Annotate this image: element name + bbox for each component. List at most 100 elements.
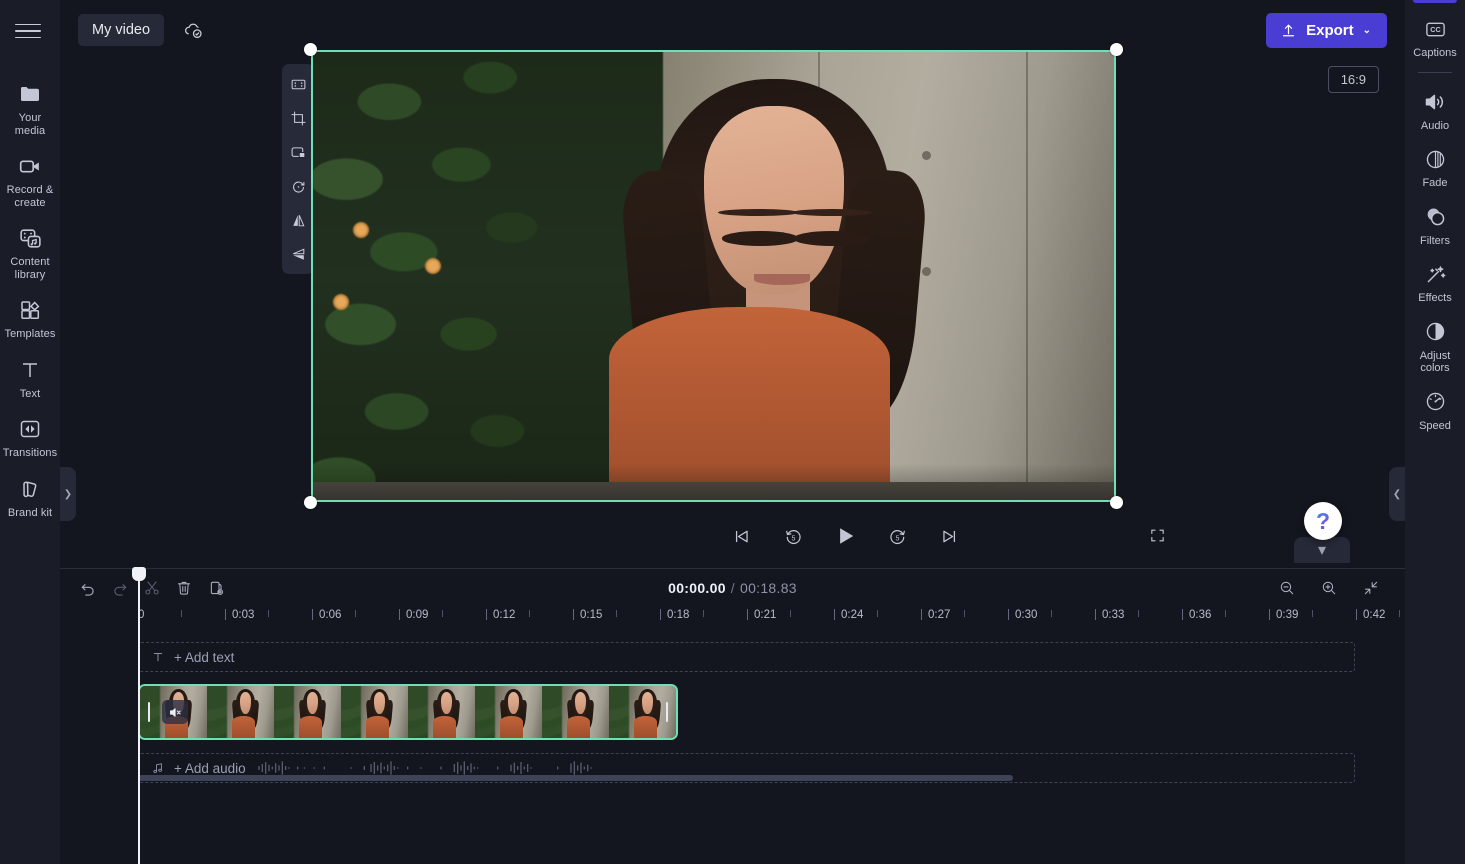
flip-vertical-icon[interactable] — [283, 238, 313, 270]
ruler-tick: 0:18 — [660, 609, 689, 621]
speaker-muted-icon — [168, 705, 183, 720]
add-text-track[interactable]: + Add text — [138, 642, 1355, 672]
timeline-ruler[interactable]: 0 0:03 0:06 0:09 0:12 0:15 0:18 0:21 0:2… — [138, 607, 1405, 633]
undo-button[interactable] — [72, 573, 104, 603]
video-clip[interactable] — [138, 684, 678, 740]
right-item-label: Captions — [1413, 47, 1457, 59]
timecode-display: 00:00.00 / 00:18.83 — [60, 569, 1405, 607]
clip-mute-button[interactable] — [162, 700, 188, 724]
duplicate-button[interactable] — [200, 573, 232, 603]
picture-in-picture-icon[interactable] — [283, 136, 313, 168]
sidebar-item-label: Your media — [14, 112, 46, 137]
content-library-icon — [17, 225, 43, 251]
zoom-in-button[interactable] — [1313, 573, 1345, 603]
sidebar-item-label: Templates — [4, 328, 56, 340]
hamburger-menu-icon[interactable] — [15, 16, 45, 46]
magic-wand-icon — [1422, 261, 1448, 287]
redo-button[interactable] — [104, 573, 136, 603]
text-t-icon — [151, 650, 165, 664]
help-button[interactable]: ? — [1304, 502, 1342, 540]
music-note-icon — [151, 761, 165, 775]
svg-text:CC: CC — [1430, 24, 1441, 33]
sidebar-item-your-media[interactable]: Your media — [0, 72, 60, 144]
sidebar-item-record-create[interactable]: Record & create — [0, 144, 60, 216]
delete-button[interactable] — [168, 573, 200, 603]
sidebar-item-templates[interactable]: Templates — [0, 288, 60, 348]
sidebar-item-brand-kit[interactable]: Brand kit — [0, 467, 60, 527]
collapse-right-panel-button[interactable]: ❮ — [1389, 467, 1405, 521]
ruler-tick: 0:30 — [1008, 609, 1037, 621]
cloud-saved-icon — [180, 17, 206, 43]
ruler-tick: 0:15 — [573, 609, 602, 621]
sidebar-item-text[interactable]: Text — [0, 348, 60, 408]
timecode-separator: / — [730, 580, 735, 596]
split-button[interactable] — [136, 573, 168, 603]
fit-to-frame-icon[interactable] — [283, 68, 313, 100]
resize-handle-bottom-right[interactable] — [1110, 496, 1123, 509]
brand-kit-icon — [17, 476, 43, 502]
right-item-captions[interactable]: CC Captions — [1405, 8, 1465, 66]
fullscreen-button[interactable] — [1143, 521, 1171, 549]
timeline-horizontal-scrollbar[interactable] — [138, 775, 1013, 781]
clip-trim-handle-left[interactable] — [144, 701, 154, 723]
right-item-label: Filters — [1420, 234, 1450, 247]
sidebar-item-label: Text — [19, 387, 41, 400]
video-camera-icon — [17, 153, 43, 179]
clip-thumbnail — [542, 686, 609, 738]
chevron-right-icon: ❯ — [63, 488, 73, 500]
add-text-label: + Add text — [174, 649, 235, 665]
video-preview[interactable] — [304, 43, 1123, 509]
sidebar-item-content-library[interactable]: Content library — [0, 216, 60, 288]
sidebar-item-label: Content library — [10, 256, 50, 281]
help-panel-toggle[interactable]: ▾ — [1294, 537, 1350, 563]
rewind-5-button[interactable]: 5 — [778, 521, 808, 551]
play-button[interactable] — [830, 521, 860, 551]
resize-handle-bottom-left[interactable] — [304, 496, 317, 509]
right-item-audio[interactable]: Audio — [1405, 81, 1465, 139]
skip-to-end-button[interactable] — [934, 521, 964, 551]
clip-thumbnail — [341, 686, 408, 738]
expand-left-panel-button[interactable]: ❯ — [60, 467, 76, 521]
ruler-tick: 0:33 — [1095, 609, 1124, 621]
right-item-effects[interactable]: Effects — [1405, 253, 1465, 311]
transitions-icon — [17, 416, 43, 442]
right-item-label: Effects — [1418, 292, 1452, 304]
aspect-ratio-badge[interactable]: 16:9 — [1327, 66, 1379, 93]
sidebar-item-transitions[interactable]: Transitions — [0, 407, 60, 467]
ruler-tick: 0:36 — [1182, 609, 1211, 621]
rotate-icon[interactable] — [283, 170, 313, 202]
right-item-label: Speed — [1419, 419, 1451, 432]
right-item-adjust-colors[interactable]: Adjust colors — [1405, 311, 1465, 381]
ruler-tick: 0:03 — [225, 609, 254, 621]
closed-captions-icon: CC — [1422, 16, 1448, 42]
left-sidebar: Your media Record & create Content libra… — [0, 0, 60, 864]
clip-trim-handle-right[interactable] — [662, 701, 672, 723]
text-t-icon — [17, 357, 43, 383]
right-item-speed[interactable]: Speed — [1405, 381, 1465, 439]
video-frame — [311, 50, 1116, 502]
upload-icon — [1280, 22, 1297, 39]
ruler-tick: 0 — [138, 609, 145, 621]
crop-icon[interactable] — [283, 102, 313, 134]
zoom-out-button[interactable] — [1271, 573, 1303, 603]
forward-5-button[interactable]: 5 — [882, 521, 912, 551]
sidebar-item-label: Record & create — [6, 184, 54, 209]
clip-thumbnail — [207, 686, 274, 738]
right-item-filters[interactable]: Filters — [1405, 196, 1465, 254]
ruler-tick: 0:21 — [747, 609, 776, 621]
right-item-label: Adjust colors — [1419, 349, 1451, 375]
fade-circle-icon — [1422, 146, 1448, 172]
project-title-input[interactable]: My video — [78, 14, 165, 46]
chevron-down-icon: ▾ — [1317, 542, 1327, 559]
clip-thumbnail — [475, 686, 542, 738]
resize-handle-top-right[interactable] — [1110, 43, 1123, 56]
resize-handle-top-left[interactable] — [304, 43, 317, 56]
skip-to-start-button[interactable] — [726, 521, 756, 551]
right-item-fade[interactable]: Fade — [1405, 138, 1465, 196]
timeline-tracks: + Add text + Add audio — [60, 642, 1405, 783]
flip-horizontal-icon[interactable] — [283, 204, 313, 236]
fit-timeline-button[interactable] — [1355, 573, 1387, 603]
ruler-tick: 0:42 — [1356, 609, 1385, 621]
export-button[interactable]: Export ⌄ — [1266, 12, 1387, 48]
question-mark-icon: ? — [1315, 507, 1331, 534]
